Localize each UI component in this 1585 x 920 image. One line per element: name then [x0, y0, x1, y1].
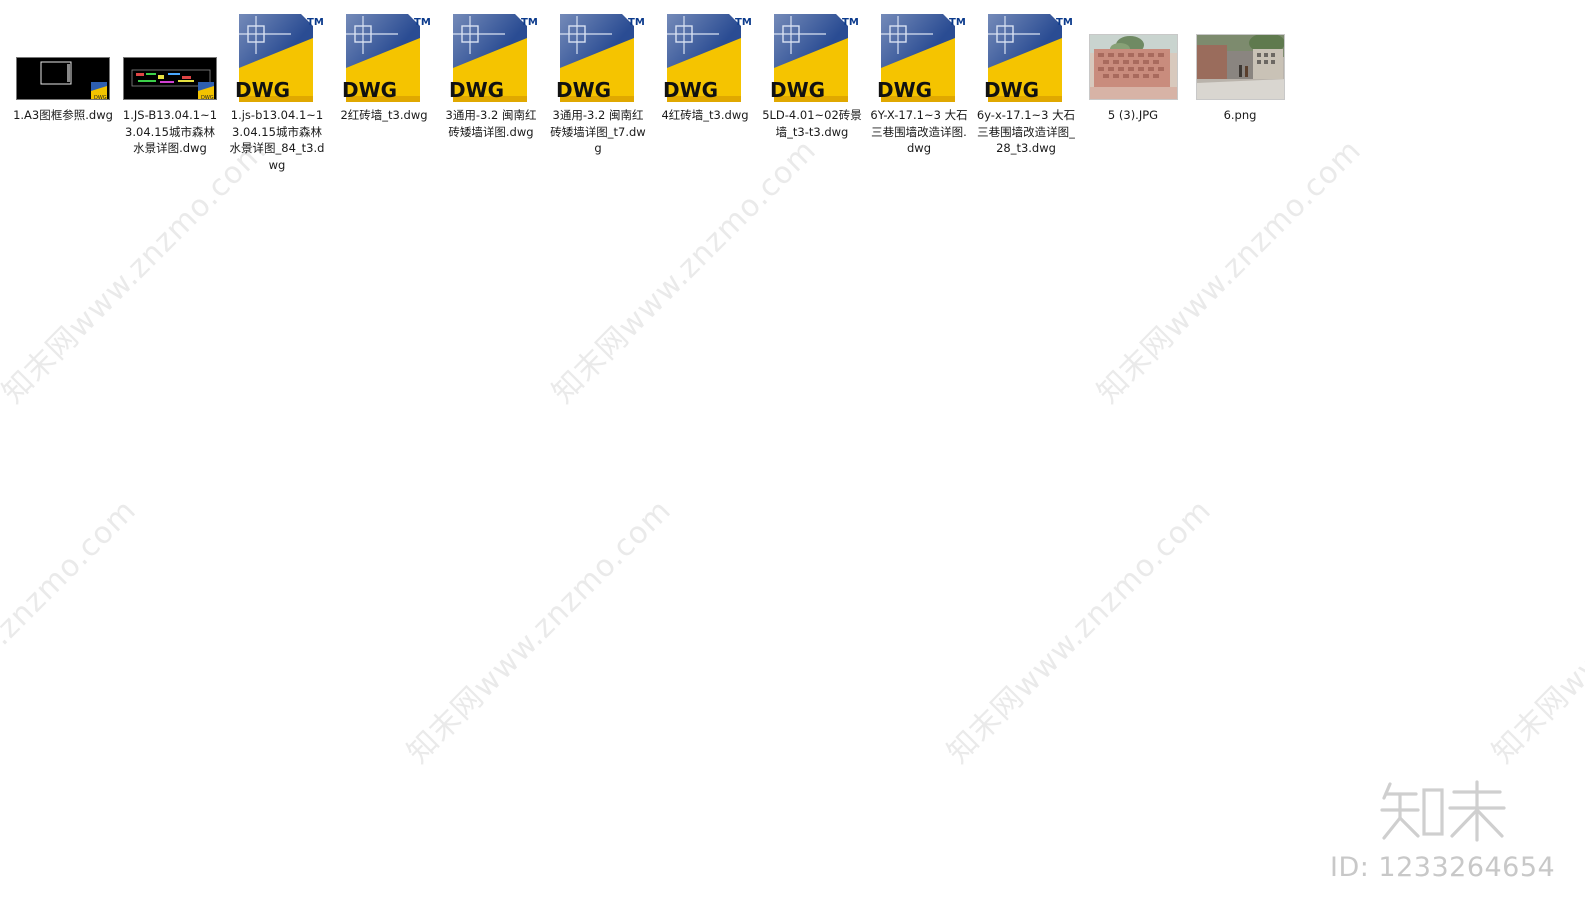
file-thumbnail: DWG TM — [652, 8, 758, 104]
file-name: 4红砖墙_t3.dwg — [661, 108, 749, 122]
svg-text:DWG: DWG — [235, 78, 290, 102]
svg-text:DWG: DWG — [984, 78, 1039, 102]
watermark: 知末网www.znzmo.com — [0, 492, 144, 771]
street-photo — [1195, 34, 1285, 100]
file-thumbnail: DWG — [117, 8, 223, 104]
brick-wall-photo — [1088, 34, 1178, 100]
svg-text:TM: TM — [521, 17, 537, 28]
item-id-label: ID: 1233264654 — [1330, 852, 1556, 883]
file-name: 6y-x-17.1~3 大石三巷围墙改造详图_28_t3.dwg — [976, 108, 1076, 155]
svg-text:DWG: DWG — [342, 78, 397, 102]
svg-text:TM: TM — [949, 17, 965, 28]
svg-text:DWG: DWG — [770, 78, 825, 102]
dwg-file-icon: DWG TM — [235, 14, 323, 102]
file-thumbnail: DWG TM — [438, 8, 544, 104]
image-thumbnail-icon — [1089, 35, 1177, 99]
svg-text:TM: TM — [414, 17, 430, 28]
dwg-file-icon: DWG TM — [984, 14, 1072, 102]
file-thumbnail: DWG — [10, 8, 116, 104]
svg-text:TM: TM — [842, 17, 858, 28]
file-thumbnail — [1187, 8, 1293, 104]
brand-logo — [1380, 780, 1506, 842]
watermark: 知末网www.znzmo.com — [400, 492, 679, 771]
file-thumbnail: DWG TM — [759, 8, 865, 104]
file-thumbnail: DWG TM — [331, 8, 437, 104]
file-item[interactable]: DWG TM 6y-x-17.1~3 大石三巷围墙改造详图_28_t3.dwg — [973, 8, 1079, 178]
file-item[interactable]: DWG TM 5LD-4.01~02砖景墙_t3-t3.dwg — [759, 8, 865, 178]
svg-text:DWG: DWG — [94, 95, 107, 100]
drawing-preview-icon: DWG — [40, 61, 107, 100]
file-item[interactable]: 5 (3).JPG — [1080, 8, 1186, 178]
svg-text:TM: TM — [307, 17, 323, 28]
file-explorer-view: 知末网www.znzmo.com 知末网www.znzmo.com 知末网www… — [0, 0, 1585, 920]
dwg-file-icon: DWG TM — [877, 14, 965, 102]
file-item[interactable]: DWG TM 6Y-X-17.1~3 大石三巷围墙改造详图.dwg — [866, 8, 972, 178]
svg-text:DWG: DWG — [877, 78, 932, 102]
image-thumbnail-icon — [1196, 35, 1284, 99]
dwg-file-icon: DWG TM — [449, 14, 537, 102]
file-item[interactable]: DWG 1.A3图框参照.dwg — [10, 8, 116, 178]
file-name: 1.A3图框参照.dwg — [13, 108, 113, 122]
svg-text:DWG: DWG — [663, 78, 718, 102]
file-name: 3通用-3.2 闽南红砖矮墙详图.dwg — [445, 108, 537, 139]
file-item[interactable]: DWG TM 3通用-3.2 闽南红砖矮墙详图_t7.dwg — [545, 8, 651, 178]
file-item[interactable]: DWG TM 2红砖墙_t3.dwg — [331, 8, 437, 178]
file-item[interactable]: DWG TM 1.js-b13.04.1~13.04.15城市森林水景详图_84… — [224, 8, 330, 178]
svg-text:DWG: DWG — [201, 95, 214, 100]
file-name: 1.JS-B13.04.1~13.04.15城市森林水景详图.dwg — [122, 108, 218, 155]
file-thumbnail: DWG TM — [973, 8, 1079, 104]
file-name: 5LD-4.01~02砖景墙_t3-t3.dwg — [762, 108, 862, 139]
dwg-file-icon: DWG TM — [342, 14, 430, 102]
watermark: 知末网www.znzmo.com — [940, 492, 1219, 771]
file-name: 6Y-X-17.1~3 大石三巷围墙改造详图.dwg — [870, 108, 968, 155]
svg-text:TM: TM — [628, 17, 644, 28]
file-item[interactable]: DWG TM 3通用-3.2 闽南红砖矮墙详图.dwg — [438, 8, 544, 178]
file-name: 2红砖墙_t3.dwg — [340, 108, 428, 122]
file-thumbnail: DWG TM — [866, 8, 972, 104]
file-thumbnail — [1080, 8, 1186, 104]
file-name: 1.js-b13.04.1~13.04.15城市森林水景详图_84_t3.dwg — [229, 108, 325, 172]
drawing-thumbnail: DWG — [16, 57, 110, 100]
drawing-preview-icon: DWG — [131, 69, 214, 100]
file-name: 5 (3).JPG — [1107, 108, 1159, 122]
file-name: 3通用-3.2 闽南红砖矮墙详图_t7.dwg — [550, 108, 646, 155]
file-name: 6.png — [1223, 108, 1257, 122]
file-thumbnail: DWG TM — [224, 8, 330, 104]
dwg-file-icon: DWG TM — [663, 14, 751, 102]
svg-text:DWG: DWG — [449, 78, 504, 102]
file-thumbnail: DWG TM — [545, 8, 651, 104]
svg-text:TM: TM — [735, 17, 751, 28]
watermark: 知末网www.znzmo.com — [1485, 492, 1585, 771]
file-item[interactable]: 6.png — [1187, 8, 1293, 178]
dwg-file-icon: DWG TM — [770, 14, 858, 102]
svg-text:TM: TM — [1056, 17, 1072, 28]
file-grid: DWG 1.A3图框参照.dwg DWG 1.JS-B13.04.1~13.04… — [10, 8, 1310, 178]
file-item[interactable]: DWG 1.JS-B13.04.1~13.04.15城市森林水景详图.dwg — [117, 8, 223, 178]
dwg-file-icon: DWG TM — [556, 14, 644, 102]
svg-text:DWG: DWG — [556, 78, 611, 102]
file-item[interactable]: DWG TM 4红砖墙_t3.dwg — [652, 8, 758, 178]
drawing-thumbnail: DWG — [123, 57, 217, 100]
